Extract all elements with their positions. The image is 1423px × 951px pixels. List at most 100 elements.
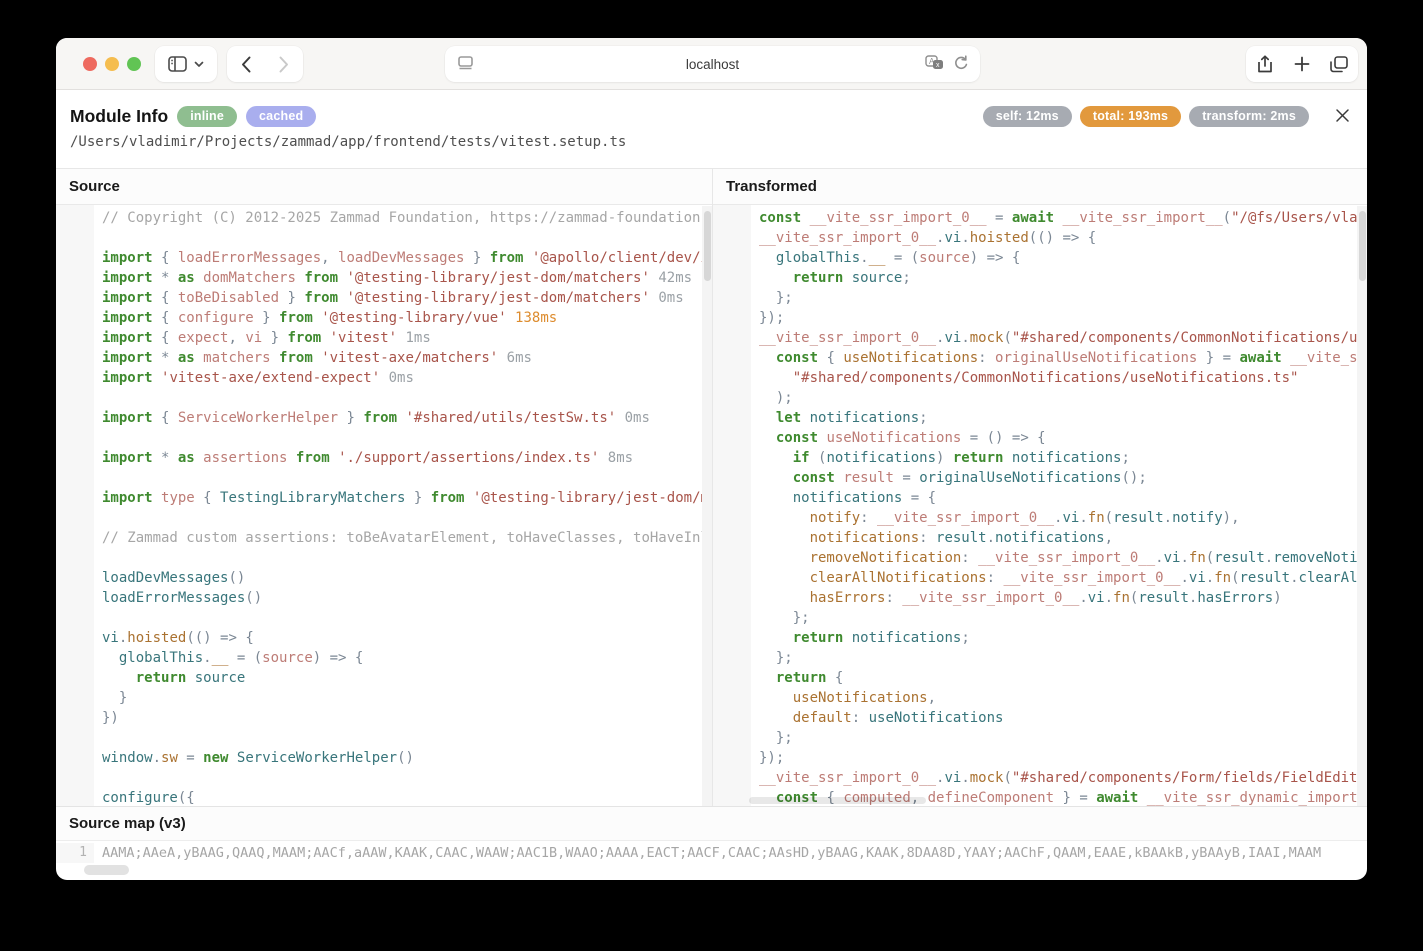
code-text: import 'vitest-axe/extend-expect' 0ms (94, 368, 712, 388)
code-line: 17 notifications: result.notifications, (713, 528, 1367, 548)
code-text: removeNotification: __vite_ssr_import_0_… (751, 548, 1367, 568)
code-text: vi.hoisted(() => { (94, 628, 712, 648)
share-button[interactable] (1247, 46, 1284, 82)
transformed-vertical-scrollbar-thumb[interactable] (1359, 211, 1366, 281)
code-line: 22 return notifications; (713, 628, 1367, 648)
code-text (94, 388, 712, 408)
browser-window: localhost A x (56, 38, 1367, 880)
code-text: } (94, 688, 712, 708)
expand-window-button[interactable] (127, 57, 141, 71)
code-line: 9import 'vitest-axe/extend-expect' 0ms (56, 368, 712, 388)
code-text (94, 228, 712, 248)
code-line: 16 notify: __vite_ssr_import_0__.vi.fn(r… (713, 508, 1367, 528)
code-line: 29__vite_ssr_import_0__.vi.mock("#shared… (713, 768, 1367, 788)
code-text: return notifications; (751, 628, 1367, 648)
reload-icon[interactable] (953, 55, 968, 71)
code-text (94, 508, 712, 528)
minimize-window-button[interactable] (105, 57, 119, 71)
inline-badge: inline (177, 106, 237, 127)
module-path: /Users/vladimir/Projects/zammad/app/fron… (70, 134, 626, 150)
code-text: }) (94, 708, 712, 728)
code-line: 19 clearAllNotifications: __vite_ssr_imp… (713, 568, 1367, 588)
code-text: notifications = { (751, 488, 1367, 508)
total-time-badge: total: 193ms (1080, 106, 1181, 127)
code-text: import * as domMatchers from '@testing-l… (94, 268, 712, 288)
back-button[interactable] (227, 46, 265, 82)
close-window-button[interactable] (83, 57, 97, 71)
code-line: 1AAMA;AAeA,yBAAG,QAAQ,MAAM;AACf,aAAW,KAA… (56, 843, 1367, 863)
code-line: 2 (56, 228, 712, 248)
code-text: }; (751, 288, 1367, 308)
code-text: globalThis.__ = (source) => { (751, 248, 1367, 268)
code-line: 3import { loadErrorMessages, loadDevMess… (56, 248, 712, 268)
code-text: __vite_ssr_import_0__.vi.mock("#shared/c… (751, 768, 1367, 788)
code-text: }); (751, 308, 1367, 328)
code-text: const __vite_ssr_import_0__ = await __vi… (751, 208, 1367, 228)
code-text: import { toBeDisabled } from '@testing-l… (94, 288, 712, 308)
source-panel: Source 1// Copyright (C) 2012-2025 Zamma… (56, 169, 712, 806)
code-line: 15import type { TestingLibraryMatchers }… (56, 488, 712, 508)
sidebar-toggle-button[interactable] (155, 46, 217, 82)
sourcemap-code-view[interactable]: 1AAMA;AAeA,yBAAG,QAAQ,MAAM;AACf,aAAW,KAA… (56, 841, 1367, 863)
code-text: return { (751, 668, 1367, 688)
code-line: 12 (56, 428, 712, 448)
close-icon (1335, 108, 1350, 123)
code-text (94, 468, 712, 488)
source-panel-title: Source (56, 169, 712, 205)
code-text: AAMA;AAeA,yBAAG,QAAQ,MAAM;AACf,aAAW,KAAK… (94, 843, 1367, 863)
url-text: localhost (445, 57, 980, 72)
line-number: 1 (56, 843, 94, 863)
code-line: 20loadErrorMessages() (56, 588, 712, 608)
code-line: 21 (56, 608, 712, 628)
code-line: 29 (56, 768, 712, 788)
code-line: 19loadDevMessages() (56, 568, 712, 588)
code-line: 7__vite_ssr_import_0__.vi.mock("#shared/… (713, 328, 1367, 348)
code-line: 2__vite_ssr_import_0__.vi.hoisted(() => … (713, 228, 1367, 248)
code-text: }); (751, 748, 1367, 768)
code-text: hasErrors: __vite_ssr_import_0__.vi.fn(r… (751, 588, 1367, 608)
tabs-icon (1330, 56, 1348, 73)
code-line: 18 (56, 548, 712, 568)
code-line: 10 ); (713, 388, 1367, 408)
code-text: }; (751, 608, 1367, 628)
sourcemap-title: Source map (v3) (56, 807, 1367, 841)
code-text: loadDevMessages() (94, 568, 712, 588)
source-vertical-scrollbar[interactable] (702, 206, 712, 806)
code-line: 3 globalThis.__ = (source) => { (713, 248, 1367, 268)
transformed-code-view[interactable]: 1const __vite_ssr_import_0__ = await __v… (713, 205, 1367, 806)
transform-time-badge: transform: 2ms (1189, 106, 1309, 127)
code-text: }; (751, 728, 1367, 748)
code-line: 5import { toBeDisabled } from '@testing-… (56, 288, 712, 308)
page-title: Module Info (70, 106, 168, 127)
code-text (94, 768, 712, 788)
code-line: 26}) (56, 708, 712, 728)
code-line: 24 return { (713, 668, 1367, 688)
code-line: 16 (56, 508, 712, 528)
sourcemap-horizontal-scrollbar-thumb[interactable] (84, 865, 129, 875)
address-bar[interactable]: localhost A x (445, 46, 980, 82)
code-text (94, 608, 712, 628)
close-panel-button[interactable] (1331, 104, 1353, 126)
code-text (94, 428, 712, 448)
code-line: 26 default: useNotifications (713, 708, 1367, 728)
module-info-header: Module Info inline cached /Users/vladimi… (56, 90, 1367, 168)
code-text: const useNotifications = () => { (751, 428, 1367, 448)
code-line: 20 hasErrors: __vite_ssr_import_0__.vi.f… (713, 588, 1367, 608)
source-vertical-scrollbar-thumb[interactable] (704, 211, 711, 281)
code-text: // Zammad custom assertions: toBeAvatarE… (94, 528, 712, 548)
tab-overview-button[interactable] (1321, 46, 1358, 82)
transformed-vertical-scrollbar[interactable] (1357, 206, 1367, 806)
code-line: 4 return source; (713, 268, 1367, 288)
source-code-view[interactable]: 1// Copyright (C) 2012-2025 Zammad Found… (56, 205, 712, 806)
transformed-horizontal-scrollbar-thumb[interactable] (749, 797, 926, 804)
code-line: 14 const result = originalUseNotificatio… (713, 468, 1367, 488)
code-text: import { configure } from '@testing-libr… (94, 308, 712, 328)
code-line: 1// Copyright (C) 2012-2025 Zammad Found… (56, 208, 712, 228)
code-text: import { ServiceWorkerHelper } from '#sh… (94, 408, 712, 428)
code-text: ); (751, 388, 1367, 408)
translate-icon[interactable]: A x (925, 55, 944, 71)
new-tab-button[interactable] (1284, 46, 1321, 82)
code-text: let notifications; (751, 408, 1367, 428)
code-line: 23 globalThis.__ = (source) => { (56, 648, 712, 668)
forward-button[interactable] (265, 46, 303, 82)
